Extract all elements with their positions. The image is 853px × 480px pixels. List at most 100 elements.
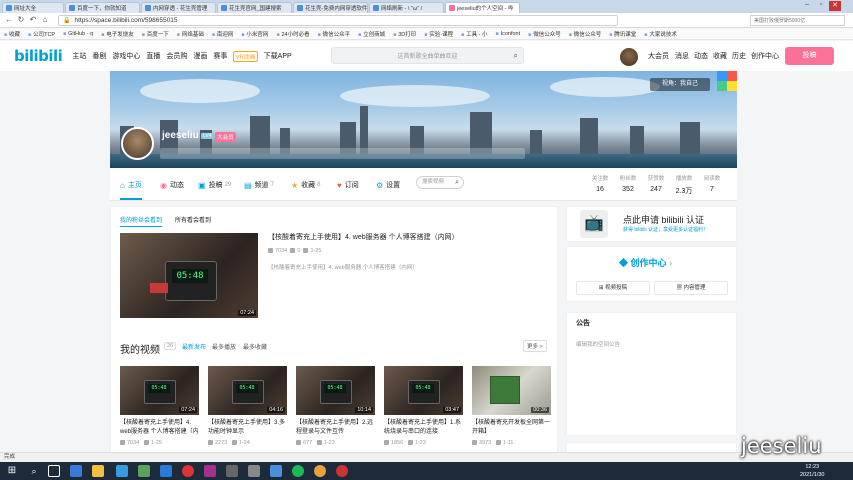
nav-manga[interactable]: 漫画 — [193, 51, 207, 61]
refresh-icon[interactable]: ↻ — [16, 15, 26, 25]
featured-tab-fans[interactable]: 我的粉丝会看到 — [120, 215, 163, 227]
video-title[interactable]: 【核酸着寄充上手使用】1.系统烧录与串口的连接 — [384, 419, 464, 436]
stat-following[interactable]: 关注数 16 — [588, 174, 612, 193]
bookmark[interactable]: 微信公众号 — [569, 30, 602, 38]
verify-title[interactable]: 点此申请 bilibili 认证 — [623, 213, 704, 226]
nav-vip[interactable]: 大会员 — [648, 51, 669, 61]
nav-bangumi[interactable]: 番剧 — [92, 51, 106, 61]
bookmark[interactable]: 大家说技术 — [644, 30, 677, 38]
video-thumbnail[interactable]: 05:48 10:14 — [296, 366, 375, 415]
tab-channels[interactable]: ▤ 频道 7 — [244, 180, 274, 190]
nav-history[interactable]: 历史 — [732, 51, 746, 61]
undo-icon[interactable]: ↶ — [28, 15, 38, 25]
app-icon[interactable] — [226, 465, 238, 477]
content-manage-button[interactable]: ▦ 内容管理 — [654, 281, 728, 295]
app-icon[interactable] — [160, 465, 172, 477]
app-icon[interactable] — [292, 465, 304, 477]
maximize-icon[interactable]: ▫ — [815, 1, 827, 11]
nav-game[interactable]: 游戏中心 — [112, 51, 140, 61]
bookmark[interactable]: 微信公众号 — [528, 30, 561, 38]
upload-video-button[interactable]: ⊞ 视频投稿 — [576, 281, 650, 295]
app-icon[interactable] — [336, 465, 348, 477]
bookmark[interactable]: 腾讯课堂 — [609, 30, 636, 38]
user-avatar[interactable] — [121, 127, 154, 160]
sort-most-played[interactable]: 最多播放 — [212, 342, 236, 351]
windows-start-icon[interactable]: ⊞ — [6, 465, 18, 477]
tab-home[interactable]: ⌂ 主页 — [120, 180, 142, 200]
video-thumbnail[interactable]: 05:48 04:16 — [208, 366, 287, 415]
video-thumbnail[interactable]: 05:48 03:47 — [384, 366, 463, 415]
tab-dynamic[interactable]: ◉ 动态 — [160, 180, 184, 190]
bookmark[interactable]: 24小时必看 — [276, 30, 309, 38]
minimize-icon[interactable]: – — [801, 1, 813, 11]
bookmark[interactable]: 网络基础 — [177, 30, 204, 38]
tab-uploads[interactable]: ▣ 投稿 29 — [198, 180, 231, 190]
avatar[interactable] — [620, 48, 638, 66]
app-icon[interactable] — [116, 465, 128, 477]
app-icon[interactable] — [204, 465, 216, 477]
nav-download-app[interactable]: 下载APP — [264, 51, 292, 61]
video-thumbnail[interactable]: 00:36 — [472, 366, 551, 415]
video-title[interactable]: 【核酸着寄充开发板全网第一开箱】 — [472, 419, 552, 436]
nav-creator[interactable]: 创作中心 — [751, 51, 779, 61]
featured-tab-all[interactable]: 所有看会看到 — [175, 215, 211, 224]
sort-latest[interactable]: 最新发布 — [182, 342, 206, 351]
featured-video-title[interactable]: 【核酸着寄充上手使用】4. web服务器 个人博客搭建（内网） — [268, 233, 538, 243]
space-search-input[interactable]: 搜索视频 ⌕ — [416, 176, 464, 189]
tab-favorites[interactable]: ★ 收藏 8 — [291, 180, 321, 190]
nav-vr[interactable]: VR动画 — [233, 50, 258, 62]
theme-toggle[interactable]: 视角：我自己 — [650, 78, 710, 91]
nav-dynamic[interactable]: 动态 — [694, 51, 708, 61]
stat-fans[interactable]: 粉丝数 352 — [616, 174, 640, 193]
video-title[interactable]: 【核酸着寄充上手使用】2.远程登录与文件互传 — [296, 419, 376, 436]
edge-icon[interactable] — [70, 465, 82, 477]
bookmark[interactable]: 电子发烧友 — [101, 30, 134, 38]
browser-tab[interactable]: 花生壳-免费内网穿透软件 — [293, 2, 368, 13]
app-icon[interactable] — [248, 465, 260, 477]
video-title[interactable]: 【核酸着寄充上手使用】4. web服务器 个人博客搭建（内 — [120, 419, 200, 436]
creator-center-link[interactable]: ◆ 创作中心 › — [619, 256, 672, 269]
notice-input[interactable]: 编辑我的空间公告 — [576, 340, 620, 348]
url-input[interactable]: 🔒 https://space.bilibili.com/598655015 — [58, 14, 618, 26]
home-icon[interactable]: ⌂ — [40, 15, 50, 25]
bookmark[interactable]: 实验·课程 — [424, 30, 453, 38]
browser-tab[interactable]: 花生壳官网_国建搜索 — [217, 2, 292, 13]
bookmark[interactable]: 小米官网 — [241, 30, 268, 38]
sort-most-favorited[interactable]: 最多收藏 — [243, 342, 267, 351]
bookmark[interactable]: 公司TCP — [28, 30, 55, 38]
nav-messages[interactable]: 消息 — [675, 51, 689, 61]
app-icon[interactable] — [138, 465, 150, 477]
close-icon[interactable]: ✕ — [829, 1, 841, 11]
browser-tab[interactable]: 网址大全 — [2, 2, 64, 13]
more-videos-button[interactable]: 更多 > — [523, 340, 547, 352]
tab-subscriptions[interactable]: ♥ 订阅 — [337, 180, 359, 190]
nav-live[interactable]: 直播 — [146, 51, 160, 61]
bili-logo[interactable]: bilibili — [14, 47, 63, 65]
browser-tab-active[interactable]: jeeseliu的个人空间 - 哔 — [445, 2, 520, 13]
tab-settings[interactable]: ⚙ 设置 — [376, 180, 400, 190]
browser-tab[interactable]: 内网穿透 - 花生壳管理 — [141, 2, 216, 13]
browser-icon[interactable] — [270, 465, 282, 477]
bookmark[interactable]: 微信公众平 — [318, 30, 351, 38]
signature-input[interactable] — [160, 148, 525, 159]
back-icon[interactable]: ← — [4, 15, 14, 25]
bookmark[interactable]: 3D打印 — [393, 30, 416, 38]
search-icon[interactable]: ⌕ — [28, 465, 40, 477]
nav-main[interactable]: 主站 — [72, 51, 86, 61]
video-title[interactable]: 【核酸着寄充上手使用】3.多功能时钟显示 — [208, 419, 288, 436]
search-icon[interactable]: ⌕ — [514, 51, 518, 61]
bookmark[interactable]: GitHub - q — [63, 31, 93, 37]
nav-match[interactable]: 赛事 — [213, 51, 227, 61]
bookmark[interactable]: 南迎网 — [212, 30, 234, 38]
featured-video-thumbnail[interactable]: 05:48 07:24 — [120, 233, 258, 318]
browser-tab[interactable]: 网络刷新 - \ "ω" / — [369, 2, 444, 13]
record-icon[interactable] — [182, 465, 194, 477]
nav-shop[interactable]: 会员购 — [166, 51, 187, 61]
bookmark[interactable]: 工具 - 小 — [461, 30, 487, 38]
nav-favorites[interactable]: 收藏 — [713, 51, 727, 61]
upload-button[interactable]: 投稿 — [785, 47, 834, 65]
browser-search-input[interactable]: 美国打败俄罗斯5000亿 — [750, 15, 845, 26]
task-view-icon[interactable] — [48, 465, 60, 477]
bookmark[interactable]: 收藏 — [4, 30, 20, 38]
browser-tab[interactable]: 百度一下，你就知道 — [65, 2, 140, 13]
